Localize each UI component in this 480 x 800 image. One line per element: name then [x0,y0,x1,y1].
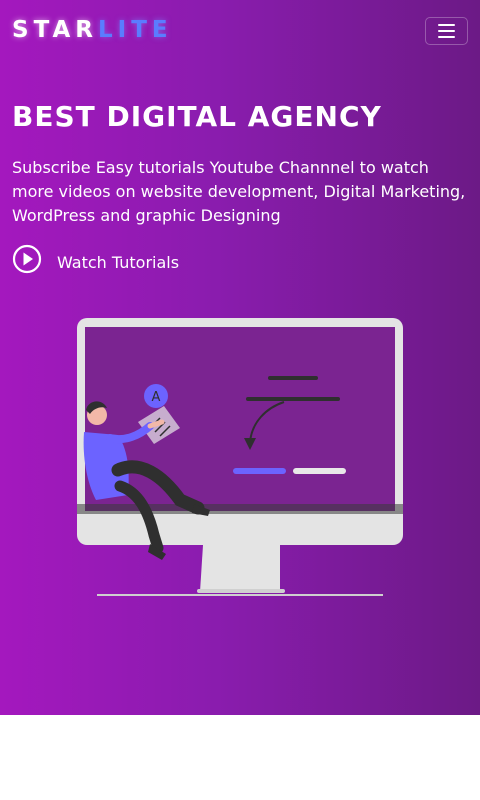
menu-toggle-button[interactable] [425,17,468,45]
watch-tutorials-label: Watch Tutorials [57,253,180,272]
svg-text:A: A [152,390,161,405]
hero-description: Subscribe Easy tutorials Youtube Channne… [12,158,466,225]
navbar: STARLITE [0,0,480,62]
hero-title: BEST DIGITAL AGENCY [12,100,382,133]
hamburger-menu-icon-bar [438,24,455,26]
play-circle-icon [12,244,42,274]
watch-tutorials-link[interactable]: Watch Tutorials [12,244,212,276]
hero-section: STARLITE BEST DIGITAL AGENCY Subscribe E… [0,0,480,715]
hamburger-menu-icon-bar [438,30,455,32]
brand-text-lite: LITE [97,17,173,43]
person-at-monitor-illustration: A [77,318,403,596]
brand-logo[interactable]: STARLITE [12,16,173,44]
brand-text-star: STAR [12,17,98,43]
hamburger-menu-icon-bar [438,36,455,38]
